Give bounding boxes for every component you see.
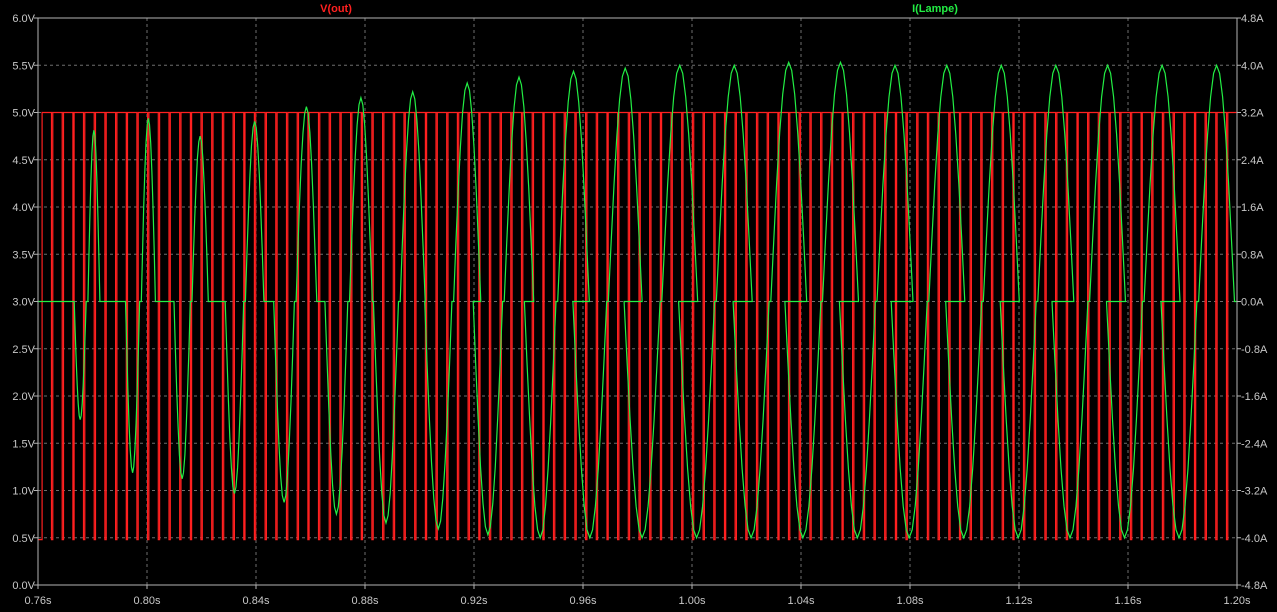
y-right-tick-label: 3.2A bbox=[1241, 108, 1264, 120]
y-left-tick-label: 2.0V bbox=[12, 391, 35, 403]
x-tick-label: 0.92s bbox=[461, 595, 488, 607]
y-left-tick-label: 0.5V bbox=[12, 533, 35, 545]
x-tick-label: 0.96s bbox=[570, 595, 597, 607]
y-right-tick-label: 1.6A bbox=[1241, 202, 1264, 214]
x-tick-label: 1.00s bbox=[679, 595, 706, 607]
y-right-tick-label: -1.6A bbox=[1241, 391, 1268, 403]
y-right-tick-label: 0.8A bbox=[1241, 249, 1264, 261]
x-tick-label: 0.76s bbox=[25, 595, 52, 607]
x-tick-label: 1.08s bbox=[897, 595, 924, 607]
y-left-tick-label: 2.5V bbox=[12, 344, 35, 356]
y-left-tick-label: 3.5V bbox=[12, 249, 35, 261]
y-left-tick-label: 5.5V bbox=[12, 60, 35, 72]
y-left-tick-label: 1.5V bbox=[12, 438, 35, 450]
x-tick-label: 0.80s bbox=[134, 595, 161, 607]
y-left-tick-label: 5.0V bbox=[12, 108, 35, 120]
y-left-tick-label: 6.0V bbox=[12, 13, 35, 25]
y-right-tick-label: -4.0A bbox=[1241, 533, 1268, 545]
y-left-tick-label: 0.0V bbox=[12, 580, 35, 592]
y-left-tick-label: 4.0V bbox=[12, 202, 35, 214]
y-right-tick-label: -3.2A bbox=[1241, 486, 1268, 498]
x-tick-label: 0.88s bbox=[352, 595, 379, 607]
y-right-tick-label: 4.8A bbox=[1241, 13, 1264, 25]
x-tick-label: 0.84s bbox=[243, 595, 270, 607]
y-right-tick-label: 0.0A bbox=[1241, 297, 1264, 309]
y-right-tick-label: -2.4A bbox=[1241, 438, 1268, 450]
x-tick-label: 1.16s bbox=[1115, 595, 1142, 607]
y-left-tick-label: 1.0V bbox=[12, 486, 35, 498]
y-left-tick-label: 3.0V bbox=[12, 297, 35, 309]
legend-vout[interactable]: V(out) bbox=[320, 3, 352, 15]
x-tick-label: 1.20s bbox=[1224, 595, 1251, 607]
y-left-tick-label: 4.5V bbox=[12, 155, 35, 167]
y-right-tick-label: 2.4A bbox=[1241, 155, 1264, 167]
legend-ilampe[interactable]: I(Lampe) bbox=[912, 3, 958, 15]
y-right-tick-label: 4.0A bbox=[1241, 60, 1264, 72]
x-tick-label: 1.04s bbox=[788, 595, 815, 607]
x-tick-label: 1.12s bbox=[1006, 595, 1033, 607]
y-right-tick-label: -4.8A bbox=[1241, 580, 1268, 592]
waveform-plot: 0.76s 0.80s 0.84s 0.88s 0.92s 0.96s 1.00s 1.04s… bbox=[0, 0, 1277, 612]
y-right-tick-label: -0.8A bbox=[1241, 344, 1268, 356]
